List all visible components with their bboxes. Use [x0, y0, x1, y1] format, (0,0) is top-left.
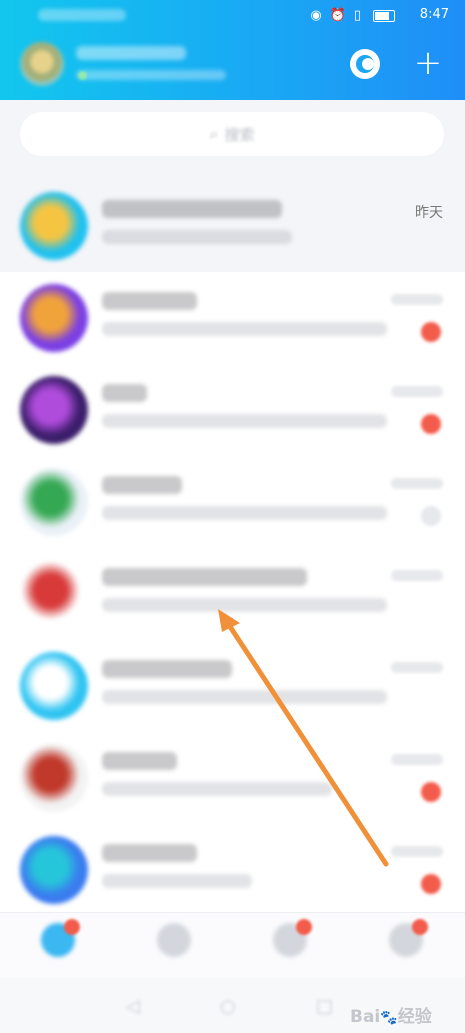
conversation-avatar[interactable] [20, 652, 88, 720]
conversation-avatar[interactable] [20, 284, 88, 352]
conversation-title [102, 568, 307, 586]
watermark-brand: Bai [350, 1007, 381, 1027]
conversation-avatar[interactable] [20, 560, 88, 628]
conversation-row[interactable] [0, 364, 465, 456]
home-icon[interactable]: ○ [220, 996, 236, 1017]
unread-badge [421, 414, 441, 434]
tab-badge [412, 919, 428, 935]
unread-badge [421, 874, 441, 894]
carrier-info [38, 9, 126, 21]
status-icons: ◉ ⏰ ▯ [310, 8, 395, 24]
unread-badge [421, 782, 441, 802]
search-placeholder: 搜索 [224, 125, 255, 144]
add-button[interactable]: + [412, 46, 444, 80]
tab-watch[interactable] [260, 919, 320, 975]
status-bar: ◉ ⏰ ▯ 8:47 [0, 0, 465, 32]
watermark-logo: Bai🐾经验 [350, 1002, 432, 1027]
conversation-time: 昨天 [415, 205, 443, 221]
conversation-preview [102, 782, 332, 796]
conversation-time [391, 754, 443, 765]
conversation-avatar[interactable] [20, 744, 88, 812]
app-header: ◉ ⏰ ▯ 8:47 + [0, 0, 465, 100]
theme-button[interactable] [350, 49, 380, 79]
conversation-title [102, 384, 147, 402]
conversation-preview [102, 230, 292, 244]
unread-badge [421, 322, 441, 342]
profile-avatar[interactable] [20, 42, 64, 86]
conversation-avatar[interactable] [20, 192, 88, 260]
conversation-time [391, 386, 443, 397]
contacts-icon [157, 923, 191, 957]
search-input[interactable]: ⌕ 搜索 [20, 112, 444, 156]
conversation-row[interactable] [0, 272, 465, 364]
conversation-title [102, 476, 182, 494]
unread-badge [421, 506, 441, 526]
conversation-avatar[interactable] [20, 836, 88, 904]
moon-icon [356, 55, 374, 73]
vibrate-icon: ▯ [353, 8, 361, 23]
conversation-title [102, 292, 197, 310]
conversation-preview [102, 690, 387, 704]
conversation-row[interactable]: 昨天 [0, 180, 465, 272]
conversation-row[interactable] [0, 824, 465, 916]
conversation-time [391, 570, 443, 581]
conversation-row[interactable] [0, 456, 465, 548]
profile-name[interactable] [76, 46, 186, 60]
search-icon: ⌕ [209, 124, 219, 143]
recents-icon[interactable]: □ [316, 996, 333, 1017]
plus-icon: + [413, 43, 443, 83]
battery-icon [373, 10, 395, 22]
conversation-preview [102, 874, 252, 888]
conversation-title [102, 844, 197, 862]
conversation-title [102, 752, 177, 770]
conversation-preview [102, 506, 387, 520]
tab-badge [64, 919, 80, 935]
conversation-time [391, 662, 443, 673]
conversation-preview [102, 322, 387, 336]
status-time: 8:47 [419, 7, 449, 22]
conversation-row[interactable] [0, 732, 465, 824]
conversation-preview [102, 414, 387, 428]
conversation-row[interactable] [0, 548, 465, 640]
conversation-row[interactable] [0, 640, 465, 732]
tab-bar [0, 912, 465, 979]
eye-icon: ◉ [310, 8, 322, 23]
conversation-time [391, 846, 443, 857]
tab-badge [296, 919, 312, 935]
conversation-preview [102, 598, 387, 612]
tab-contacts[interactable] [144, 923, 204, 975]
tab-messages[interactable] [28, 919, 88, 975]
conversation-time [391, 478, 443, 489]
profile-status[interactable] [76, 70, 226, 80]
tab-explore[interactable] [376, 919, 436, 975]
paw-icon: 🐾 [380, 1010, 398, 1026]
conversation-time [391, 294, 443, 305]
conversation-title [102, 200, 282, 218]
conversation-avatar[interactable] [20, 376, 88, 444]
watermark-suffix: 经验 [397, 1007, 432, 1027]
alarm-icon: ⏰ [329, 8, 346, 23]
back-icon[interactable]: ◁ [126, 996, 140, 1017]
conversation-avatar[interactable] [20, 468, 88, 536]
conversation-title [102, 660, 232, 678]
